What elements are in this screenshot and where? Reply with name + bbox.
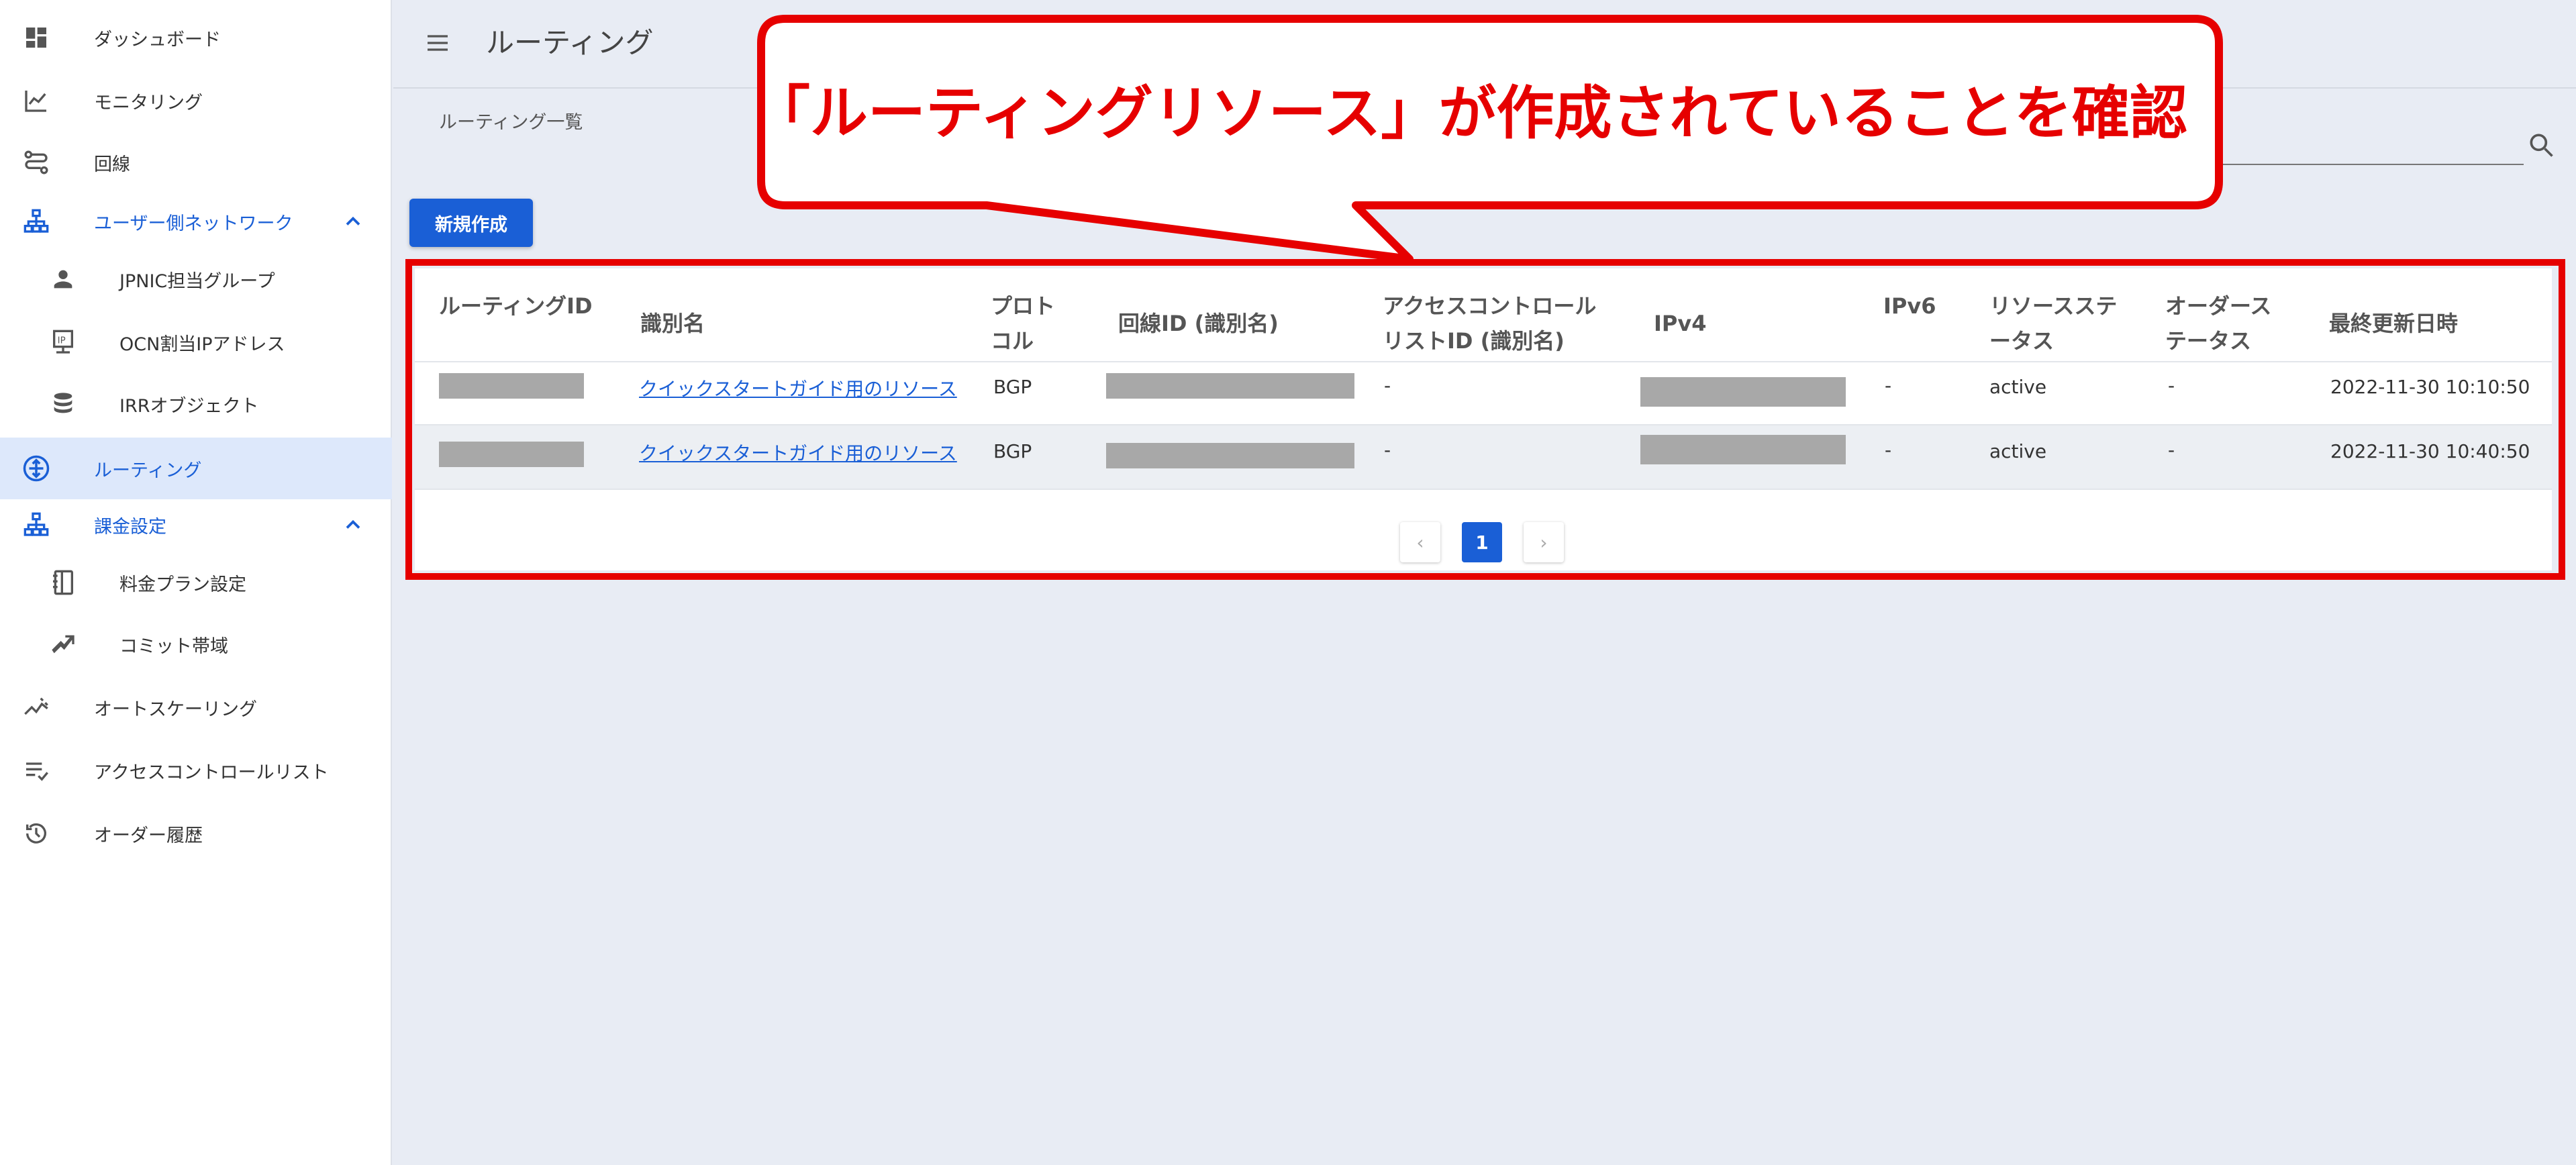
header-divider bbox=[415, 361, 2552, 362]
col-order-status-line2: テータス bbox=[2165, 328, 2252, 354]
masked-routing-id bbox=[439, 373, 584, 399]
plan-icon bbox=[47, 566, 79, 599]
sidebar-item-label: ルーティング bbox=[94, 460, 202, 481]
sidebar-item-label: IRRオブジェクト bbox=[119, 395, 259, 417]
sidebar-item-ocn-ip[interactable]: IP OCN割当IPアドレス bbox=[0, 311, 392, 373]
page-title: ルーティング bbox=[486, 26, 654, 59]
routing-table: ルーティングID 識別名 プロト コル 回線ID (識別名) アクセスコントロー… bbox=[415, 268, 2552, 570]
col-acl-line1: アクセスコントロール bbox=[1383, 293, 1597, 319]
col-acl-id[interactable]: アクセスコントロール リストID (識別名) bbox=[1383, 289, 1596, 358]
search-icon[interactable] bbox=[2526, 130, 2556, 160]
sidebar-item-user-network[interactable]: ユーザー側ネットワーク bbox=[0, 191, 392, 252]
sidebar-item-label: オートスケーリング bbox=[94, 699, 257, 720]
sidebar-item-commit-bandwidth[interactable]: コミット帯域 bbox=[0, 613, 392, 675]
sidebar-item-order-history[interactable]: オーダー履歴 bbox=[0, 803, 392, 864]
protocol-cell: BGP bbox=[993, 376, 1032, 398]
new-create-button[interactable]: 新規作成 bbox=[409, 199, 533, 247]
col-resource-status-line1: リソースステ bbox=[1989, 293, 2118, 319]
autoscaling-icon bbox=[20, 691, 52, 723]
masked-line-id bbox=[1106, 443, 1354, 468]
order-status-cell: - bbox=[2168, 439, 2175, 461]
sidebar-item-monitoring[interactable]: モニタリング bbox=[0, 70, 392, 132]
sidebar-item-jpnic-group[interactable]: JPNIC担当グループ bbox=[0, 248, 392, 310]
col-protocol-line1: プロト bbox=[991, 293, 1056, 319]
sidebar-item-billing[interactable]: 課金設定 bbox=[0, 494, 392, 556]
resource-status-cell: active bbox=[1989, 376, 2047, 398]
protocol-cell: BGP bbox=[993, 440, 1032, 462]
prev-page-button[interactable]: ‹ bbox=[1400, 522, 1440, 562]
col-ipv6[interactable]: IPv6 bbox=[1883, 289, 1936, 323]
masked-routing-id bbox=[439, 442, 584, 467]
sidebar-item-line[interactable]: 回線 bbox=[0, 132, 392, 193]
sidebar-item-dashboard[interactable]: ダッシュボード bbox=[0, 7, 392, 68]
network-icon bbox=[20, 205, 52, 238]
bandwidth-icon bbox=[47, 628, 79, 660]
route-icon bbox=[20, 146, 52, 179]
sidebar-item-label: JPNIC担当グループ bbox=[119, 270, 275, 292]
history-icon bbox=[20, 817, 52, 850]
sidebar-item-price-plan[interactable]: 料金プラン設定 bbox=[0, 552, 392, 613]
sidebar-item-label: モニタリング bbox=[94, 92, 203, 113]
database-icon bbox=[47, 388, 79, 420]
search-input[interactable] bbox=[2148, 164, 2524, 165]
sidebar-item-label: 料金プラン設定 bbox=[119, 574, 246, 595]
acl-cell: - bbox=[1384, 439, 1391, 461]
sidebar-item-label: ダッシュボード bbox=[94, 29, 221, 50]
page-1-button[interactable]: 1 bbox=[1462, 522, 1502, 562]
ipv6-cell: - bbox=[1885, 439, 1892, 461]
acl-cell: - bbox=[1384, 374, 1391, 397]
routing-icon bbox=[20, 452, 52, 485]
table-row: クイックスタートガイド用のリソース BGP - - active - 2022-… bbox=[415, 425, 2552, 489]
col-protocol[interactable]: プロト コル bbox=[991, 289, 1055, 358]
order-status-cell: - bbox=[2168, 374, 2175, 397]
updated-cell: 2022-11-30 10:10:50 bbox=[2330, 376, 2530, 398]
ip-address-icon: IP bbox=[47, 326, 79, 358]
sidebar-item-label: コミット帯域 bbox=[119, 636, 228, 657]
col-protocol-line2: コル bbox=[991, 328, 1034, 354]
resource-name-link[interactable]: クイックスタートガイド用のリソース bbox=[639, 439, 957, 466]
sidebar-item-label: 回線 bbox=[94, 154, 130, 175]
col-line-id[interactable]: 回線ID (識別名) bbox=[1118, 306, 1279, 341]
resource-name-link[interactable]: クイックスタートガイド用のリソース bbox=[639, 374, 957, 401]
sidebar: ダッシュボード モニタリング 回線 ユーザー側ネットワーク JPNIC担当グルー… bbox=[0, 0, 392, 1165]
chevron-up-icon[interactable] bbox=[341, 513, 365, 537]
masked-ipv4 bbox=[1640, 435, 1846, 464]
resource-status-cell: active bbox=[1989, 440, 2047, 462]
network-icon bbox=[20, 509, 52, 541]
menu-icon[interactable] bbox=[424, 30, 451, 56]
next-page-button[interactable]: › bbox=[1524, 522, 1564, 562]
chart-line-icon bbox=[20, 85, 52, 117]
sidebar-item-label: オーダー履歴 bbox=[94, 825, 203, 846]
masked-ipv4 bbox=[1640, 377, 1846, 407]
col-name[interactable]: 識別名 bbox=[640, 306, 705, 341]
col-routing-id[interactable]: ルーティングID bbox=[439, 289, 593, 323]
dashboard-icon bbox=[20, 21, 52, 54]
masked-line-id bbox=[1106, 373, 1354, 399]
sidebar-item-label: OCN割当IPアドレス bbox=[119, 334, 285, 355]
person-icon bbox=[47, 263, 79, 295]
sidebar-item-label: ユーザー側ネットワーク bbox=[94, 213, 293, 234]
col-order-status[interactable]: オーダース テータス bbox=[2165, 289, 2271, 358]
col-resource-status-line2: ータス bbox=[1989, 328, 2054, 354]
sidebar-item-acl[interactable]: アクセスコントロールリスト bbox=[0, 740, 392, 801]
svg-text:IP: IP bbox=[58, 336, 66, 346]
sidebar-item-autoscaling[interactable]: オートスケーリング bbox=[0, 676, 392, 738]
ipv6-cell: - bbox=[1885, 374, 1892, 397]
updated-cell: 2022-11-30 10:40:50 bbox=[2330, 440, 2530, 462]
sidebar-item-label: アクセスコントロールリスト bbox=[94, 762, 329, 783]
col-resource-status[interactable]: リソースステ ータス bbox=[1989, 289, 2117, 358]
sidebar-item-label: 課金設定 bbox=[94, 516, 166, 538]
annotation-text: 「ルーティングリソース」が作成されていることを確認 bbox=[752, 80, 2187, 147]
col-ipv4[interactable]: IPv4 bbox=[1654, 306, 1706, 341]
sidebar-item-irr-object[interactable]: IRRオブジェクト bbox=[0, 373, 392, 435]
col-acl-line2: リストID (識別名) bbox=[1383, 328, 1565, 354]
col-updated[interactable]: 最終更新日時 bbox=[2329, 306, 2458, 341]
checklist-icon bbox=[20, 754, 52, 787]
row-divider bbox=[415, 489, 2552, 490]
sidebar-item-routing[interactable]: ルーティング bbox=[0, 438, 392, 499]
breadcrumb: ルーティング一覧 bbox=[439, 112, 583, 133]
chevron-up-icon[interactable] bbox=[341, 209, 365, 234]
col-order-status-line1: オーダース bbox=[2165, 293, 2272, 319]
